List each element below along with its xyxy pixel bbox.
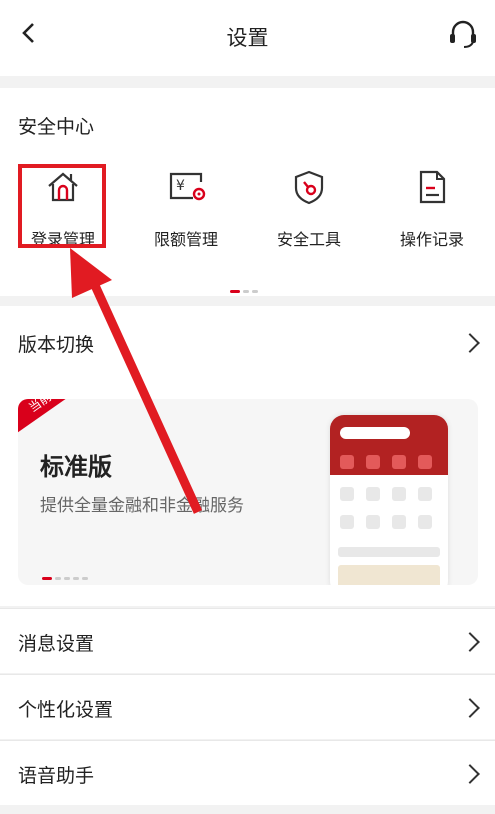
annotation-arrow (70, 248, 203, 514)
